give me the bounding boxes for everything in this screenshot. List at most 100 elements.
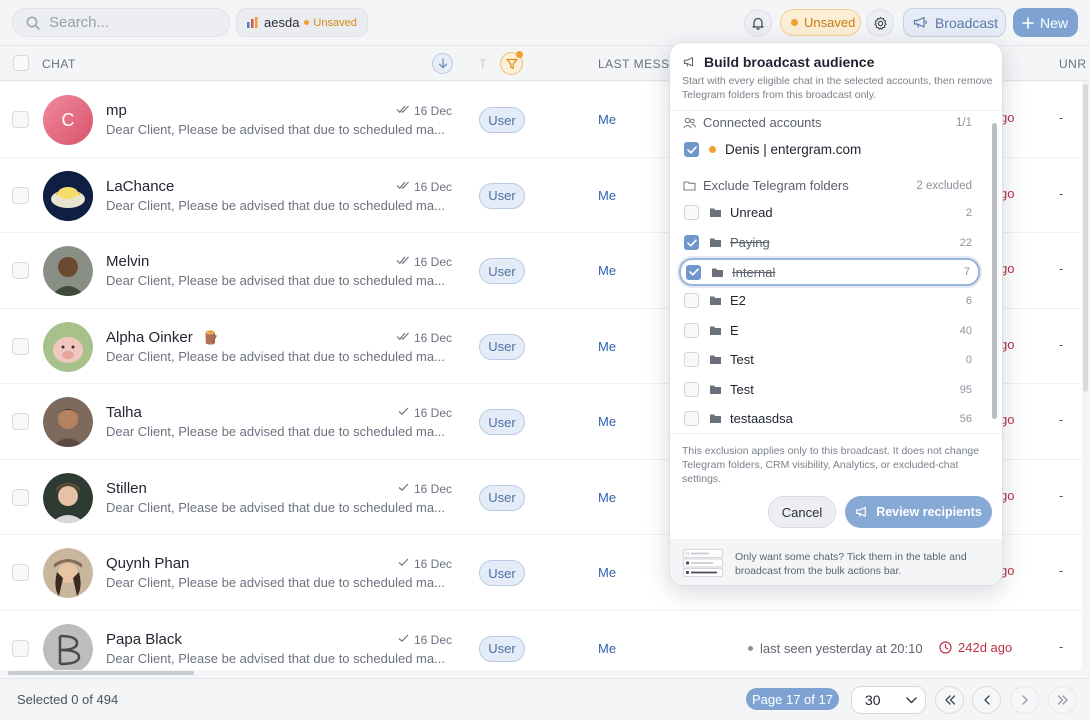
message-date: 16 Dec: [414, 557, 453, 571]
vertical-scrollbar[interactable]: [1083, 84, 1088, 392]
row-checkbox[interactable]: [12, 564, 29, 581]
folder-checkbox[interactable]: [684, 382, 699, 397]
last-message-author: Me: [598, 263, 617, 278]
folder-option-e2[interactable]: E2 6: [679, 288, 980, 313]
avatar-image: [43, 623, 93, 670]
unsaved-indicator[interactable]: Unsaved: [780, 9, 861, 36]
column-unread[interactable]: UNR: [1059, 57, 1087, 71]
sort-button[interactable]: [432, 53, 453, 74]
unread-count: -: [1059, 336, 1064, 352]
folder-checkbox[interactable]: [684, 205, 699, 220]
last-page-button[interactable]: [1048, 686, 1077, 714]
message-preview: Dear Client, Please be advised that due …: [106, 424, 445, 439]
plus-icon: [1022, 16, 1034, 29]
type-filter-button[interactable]: [500, 51, 523, 75]
folder-icon: [710, 355, 721, 364]
folders-excluded-count: 2 excluded: [916, 180, 972, 192]
row-checkbox[interactable]: [12, 639, 29, 657]
last-seen-text: last seen yesterday at 20:10: [760, 640, 923, 656]
type-badge: User: [479, 333, 525, 360]
account-checkbox[interactable]: [684, 142, 699, 157]
folder-option-unread[interactable]: Unread 2: [679, 200, 980, 225]
cancel-button[interactable]: Cancel: [768, 496, 836, 528]
account-option[interactable]: Denis | entergram.com: [684, 142, 861, 157]
unread-count: -: [1059, 487, 1064, 503]
search-box[interactable]: [12, 8, 230, 37]
row-checkbox[interactable]: [12, 337, 29, 355]
chat-name: Quynh Phan: [106, 555, 190, 572]
row-checkbox[interactable]: [12, 186, 29, 204]
folder-label: E: [730, 323, 739, 338]
folder-option-internal[interactable]: Internal 7: [679, 258, 980, 286]
popover-subtitle: Start with every eligible chat in the se…: [682, 75, 993, 101]
exclusion-note: This exclusion applies only to this broa…: [682, 445, 980, 485]
folder-count: 6: [965, 294, 972, 307]
horizontal-scrollbar[interactable]: [8, 671, 194, 675]
folder-option-e[interactable]: E 40: [679, 318, 980, 343]
table-selection-illustration: [683, 549, 723, 577]
folders-section-heading: Exclude Telegram folders: [683, 178, 849, 193]
chevrons-left-icon: [944, 695, 955, 705]
unsaved-label: Unsaved: [804, 15, 856, 30]
search-input[interactable]: [49, 14, 219, 31]
folder-option-test-2[interactable]: Test 95: [679, 377, 980, 402]
notifications-button[interactable]: [744, 9, 772, 37]
message-date: 16 Dec: [414, 330, 453, 345]
folder-count: 7: [963, 266, 970, 278]
folder-checkbox[interactable]: [686, 264, 701, 280]
message-preview: Dear Client, Please be advised that due …: [106, 348, 445, 364]
settings-button[interactable]: [866, 9, 894, 37]
review-recipients-button[interactable]: Review recipients: [845, 496, 992, 528]
popover-scrollbar[interactable]: [992, 123, 997, 419]
folder-checkbox[interactable]: [684, 235, 699, 250]
avatar-image: [43, 472, 93, 523]
column-chat[interactable]: CHAT: [42, 57, 76, 71]
chat-name: mp: [106, 102, 127, 119]
chat-name: Stillen: [106, 479, 147, 497]
unsaved-dot: [304, 20, 310, 25]
broadcast-label: Broadcast: [935, 14, 999, 31]
folder-checkbox[interactable]: [684, 323, 699, 338]
first-page-button[interactable]: [935, 686, 964, 714]
chat-name: LaChance: [106, 177, 175, 195]
page-indicator: Page 17 of 17: [746, 688, 839, 710]
folder-count: 40: [959, 324, 972, 337]
arrow-down-icon: [438, 58, 447, 69]
chat-name: Papa Black: [106, 630, 182, 648]
row-checkbox[interactable]: [12, 111, 29, 128]
accounts-heading-text: Connected accounts: [703, 115, 822, 130]
table-row[interactable]: Papa Black Dear Client, Please be advise…: [0, 610, 1082, 670]
column-last-message[interactable]: LAST MESSA: [598, 57, 678, 71]
page-size-select[interactable]: 30: [851, 686, 926, 714]
megaphone-icon: [913, 16, 927, 28]
unread-count: -: [1059, 412, 1064, 427]
tip-text: Only want some chats? Tick them in the t…: [735, 551, 967, 577]
select-all-checkbox[interactable]: [13, 55, 29, 71]
chevron-right-icon: [1021, 695, 1028, 705]
new-button[interactable]: New: [1013, 8, 1078, 37]
folder-option-testaasdsa[interactable]: testaasdsa 56: [679, 406, 980, 431]
previous-page-button[interactable]: [972, 686, 1001, 714]
chat-name: Alpha Oinker 🪵: [106, 329, 219, 346]
avatar: [43, 246, 93, 296]
chat-name: Talha: [106, 404, 142, 421]
row-checkbox[interactable]: [12, 413, 29, 430]
folder-option-paying[interactable]: Paying 22: [679, 230, 980, 255]
column-type[interactable]: T: [479, 57, 487, 71]
folder-icon: [710, 238, 721, 247]
folder-checkbox[interactable]: [684, 411, 699, 426]
message-preview: Dear Client, Please be advised that due …: [106, 499, 445, 515]
last-message-author: Me: [598, 187, 617, 203]
row-checkbox[interactable]: [12, 488, 29, 506]
message-preview: Dear Client, Please be advised that due …: [106, 197, 445, 213]
broadcast-button[interactable]: Broadcast: [903, 8, 1006, 37]
folder-checkbox[interactable]: [684, 352, 699, 367]
last-seen-status: last seen yesterday at 20:10: [748, 641, 923, 656]
next-page-button[interactable]: [1010, 686, 1039, 714]
avatar: C: [43, 95, 93, 145]
gear-icon: [873, 16, 887, 30]
row-checkbox[interactable]: [12, 262, 29, 279]
saved-view-chip[interactable]: aesda Unsaved: [236, 8, 368, 37]
folder-checkbox[interactable]: [684, 293, 699, 308]
folder-option-test[interactable]: Test 0: [679, 347, 980, 372]
